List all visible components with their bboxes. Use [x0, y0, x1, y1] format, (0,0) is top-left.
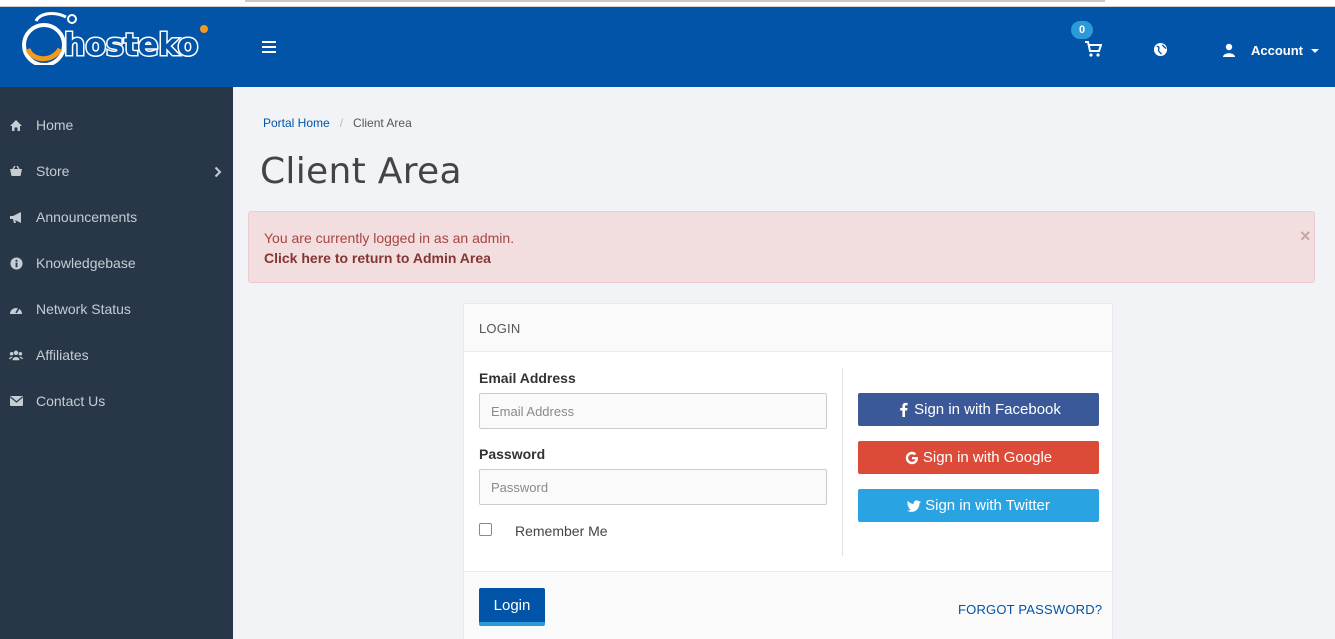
sidebar-item-label: Affiliates [36, 347, 89, 363]
account-menu[interactable]: Account [1222, 40, 1319, 60]
twitter-signin-label: Sign in with Twitter [925, 497, 1050, 514]
google-signin-button[interactable]: Sign in with Google [858, 441, 1099, 474]
breadcrumb: Portal Home / Client Area [263, 116, 412, 130]
cart-count-badge: 0 [1071, 21, 1093, 39]
bullhorn-icon [9, 210, 23, 224]
breadcrumb-portal-home-link[interactable]: Portal Home [263, 116, 330, 130]
breadcrumb-current: Client Area [353, 116, 412, 130]
email-field[interactable] [479, 393, 827, 429]
password-label: Password [479, 446, 546, 462]
globe-icon[interactable] [1153, 42, 1169, 58]
sidebar-item-label: Announcements [36, 209, 138, 225]
panel-divider [842, 368, 843, 556]
top-header: hosteko 0 Account [0, 7, 1335, 87]
logo-wordmark: hosteko [64, 28, 198, 63]
password-field[interactable] [479, 469, 827, 505]
account-label: Account [1251, 42, 1303, 58]
email-label: Email Address [479, 370, 576, 386]
login-button[interactable]: Login [479, 588, 545, 626]
breadcrumb-separator: / [339, 116, 344, 130]
google-signin-label: Sign in with Google [922, 449, 1053, 466]
sidebar-item-network-status[interactable]: Network Status [0, 286, 233, 332]
remember-me-checkbox[interactable] [479, 523, 492, 536]
basket-icon [9, 164, 23, 178]
forgot-password-link[interactable]: FORGOT PASSWORD? [958, 602, 1102, 617]
login-panel-title: LOGIN [479, 321, 521, 336]
info-icon [9, 256, 23, 270]
sidebar-item-store[interactable]: Store [0, 148, 233, 194]
envelope-icon [9, 394, 23, 408]
twitter-icon [907, 499, 922, 513]
tab-edge [245, 0, 1105, 2]
login-panel: LOGIN Email Address Password Remember Me… [463, 303, 1113, 639]
caret-down-icon [1311, 49, 1319, 53]
hosteko-logo[interactable]: hosteko [14, 9, 214, 67]
sidebar-item-knowledgebase[interactable]: Knowledgebase [0, 240, 233, 286]
sidebar-item-label: Store [36, 163, 70, 179]
cart-icon[interactable] [1084, 40, 1104, 60]
page-title: Client Area [260, 151, 462, 192]
sidebar-item-label: Home [36, 117, 74, 133]
close-icon[interactable]: × [1300, 226, 1311, 247]
users-icon [9, 348, 23, 362]
remember-me-label: Remember Me [515, 523, 608, 539]
browser-top-strip [0, 0, 1335, 7]
sidebar-item-contact-us[interactable]: Contact Us [0, 378, 233, 424]
sidebar-item-label: Contact Us [36, 393, 106, 409]
sidebar-item-announcements[interactable]: Announcements [0, 194, 233, 240]
twitter-signin-button[interactable]: Sign in with Twitter [858, 489, 1099, 522]
main-content: Portal Home / Client Area Client Area Yo… [233, 87, 1335, 639]
admin-alert: You are currently logged in as an admin.… [248, 211, 1315, 283]
alert-message: You are currently logged in as an admin. [264, 230, 515, 246]
sidebar: Home Store Announcements Knowledgebase N… [0, 87, 233, 639]
facebook-signin-button[interactable]: Sign in with Facebook [858, 393, 1099, 426]
menu-toggle-icon[interactable] [262, 41, 278, 55]
home-icon [9, 118, 23, 132]
user-icon [1222, 43, 1236, 57]
login-panel-header: LOGIN [464, 304, 1112, 352]
facebook-icon [896, 402, 910, 417]
chevron-right-icon [214, 165, 222, 178]
sidebar-item-label: Knowledgebase [36, 255, 136, 271]
return-to-admin-link[interactable]: Click here to return to Admin Area [264, 250, 491, 266]
sidebar-item-label: Network Status [36, 301, 131, 317]
google-icon [905, 451, 919, 465]
sidebar-item-home[interactable]: Home [0, 102, 233, 148]
facebook-signin-label: Sign in with Facebook [914, 401, 1061, 418]
login-panel-footer: Login FORGOT PASSWORD? [464, 571, 1112, 639]
sidebar-item-affiliates[interactable]: Affiliates [0, 332, 233, 378]
dashboard-icon [9, 302, 23, 316]
